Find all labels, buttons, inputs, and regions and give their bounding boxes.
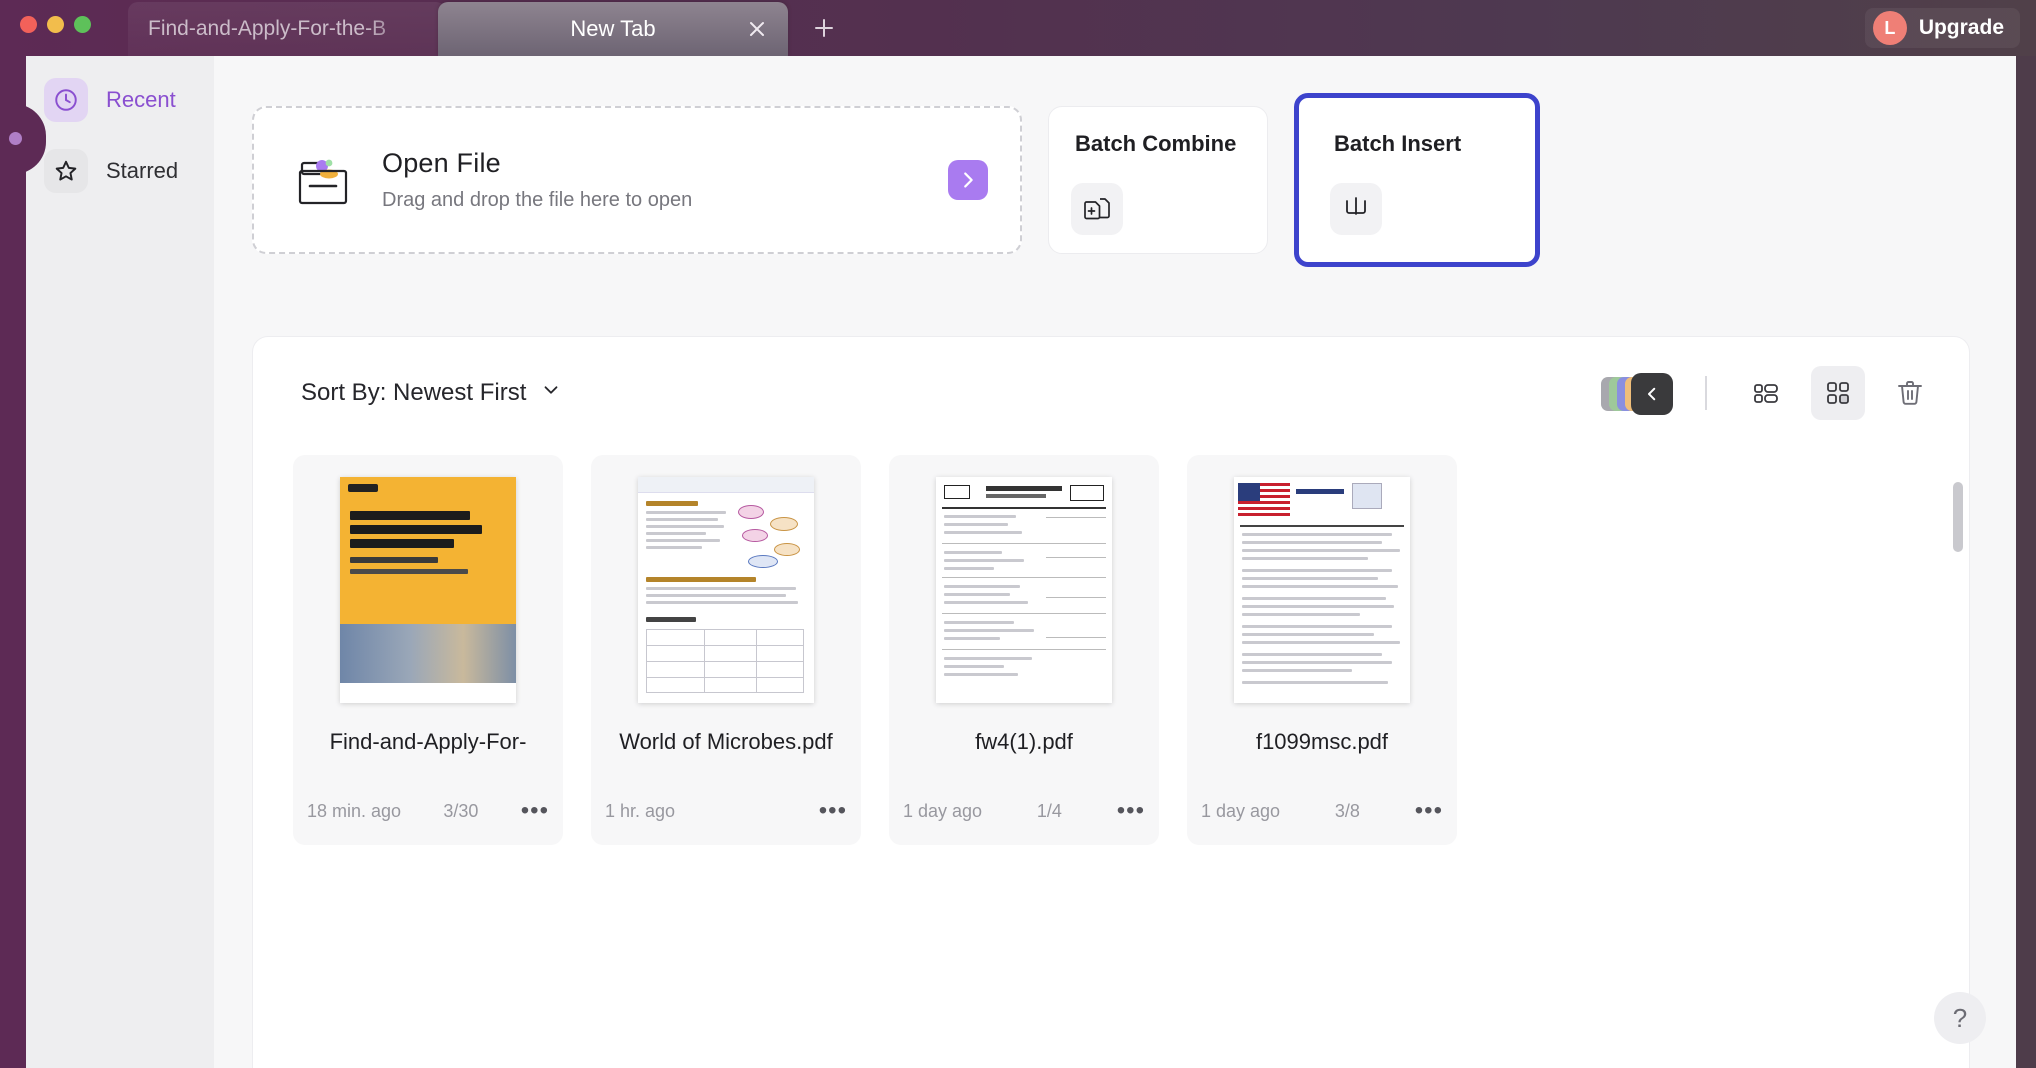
open-file-subtitle: Drag and drop the file here to open <box>382 189 693 211</box>
app-window: Find-and-Apply-For-the-B New Tab L Upgra… <box>0 0 2036 1068</box>
open-folder-icon <box>294 149 356 211</box>
clock-icon <box>44 78 88 122</box>
recent-files-panel: Sort By: Newest First Find-and-Apply-For… <box>252 336 1970 1068</box>
open-file-dropzone[interactable]: Open File Drag and drop the file here to… <box>252 106 1022 254</box>
tool-card-batch-insert[interactable]: Batch Insert <box>1307 106 1527 254</box>
more-options-icon[interactable]: ••• <box>1415 797 1443 825</box>
sidebar-item-starred[interactable]: Starred <box>44 149 178 193</box>
sidebar-item-label: Starred <box>106 158 179 183</box>
minimize-window-button[interactable] <box>47 16 64 33</box>
file-time: 18 min. ago <box>307 800 402 821</box>
upgrade-label: Upgrade <box>1918 16 2004 39</box>
tool-card-title: Batch Combine <box>1075 131 1237 156</box>
files-toolbar: Sort By: Newest First <box>253 337 1971 449</box>
file-name: Find-and-Apply-For- <box>329 729 527 754</box>
file-time: 1 day ago <box>903 800 983 821</box>
file-card[interactable]: f1099msc.pdf 1 day ago 3/8 ••• <box>1187 455 1457 845</box>
file-card[interactable]: fw4(1).pdf 1 day ago 1/4 ••• <box>889 455 1159 845</box>
main-content: Open File Drag and drop the file here to… <box>214 56 2016 1068</box>
title-bar: Find-and-Apply-For-the-B New Tab L Upgra… <box>0 0 2036 56</box>
quick-actions-row: Open File Drag and drop the file here to… <box>252 93 1540 267</box>
chevron-left-icon[interactable] <box>1631 373 1673 415</box>
vertical-scrollbar[interactable] <box>1953 482 1963 552</box>
sort-by-label: Sort By: Newest First <box>301 379 527 406</box>
window-right-edge <box>2016 56 2036 1068</box>
file-card[interactable]: World of Microbes.pdf 1 hr. ago ••• <box>591 455 861 845</box>
file-meta: 1 day ago 3/8 ••• <box>1201 797 1443 825</box>
chevron-down-icon <box>540 379 562 408</box>
file-pages: 3/30 <box>443 800 479 821</box>
file-meta: 18 min. ago 3/30 ••• <box>307 797 549 825</box>
tool-card-title: Batch Insert <box>1334 131 1462 156</box>
tab-new-tab[interactable]: New Tab <box>438 2 788 56</box>
tab-find-and-apply[interactable]: Find-and-Apply-For-the-B <box>128 2 446 56</box>
chevron-right-icon[interactable] <box>948 160 988 200</box>
star-icon <box>44 149 88 193</box>
view-controls <box>1601 366 1937 420</box>
file-name: fw4(1).pdf <box>975 729 1073 754</box>
file-name: f1099msc.pdf <box>1255 729 1389 754</box>
file-thumbnail <box>638 477 814 703</box>
toolbar-divider <box>1705 376 1707 410</box>
more-options-icon[interactable]: ••• <box>521 797 549 825</box>
list-view-icon[interactable] <box>1739 366 1793 420</box>
more-options-icon[interactable]: ••• <box>819 797 847 825</box>
file-name: World of Microbes.pdf <box>619 729 833 754</box>
file-card[interactable]: Find-and-Apply-For- 18 min. ago 3/30 ••• <box>293 455 563 845</box>
tab-label: New Tab <box>570 16 656 41</box>
tab-label: Find-and-Apply-For-the-B <box>148 17 387 40</box>
file-thumbnail <box>1234 477 1410 703</box>
window-controls <box>20 16 91 33</box>
tab-strip: Find-and-Apply-For-the-B New Tab <box>128 0 844 56</box>
open-file-title: Open File <box>382 148 501 178</box>
tool-card-batch-combine[interactable]: Batch Combine <box>1048 106 1268 254</box>
file-thumbnail <box>936 477 1112 703</box>
combine-files-icon <box>1071 183 1123 235</box>
sidebar-rail <box>0 56 26 1068</box>
help-icon[interactable]: ? <box>1934 992 1986 1044</box>
sidebar: Recent Starred <box>0 56 214 1068</box>
close-window-button[interactable] <box>20 16 37 33</box>
file-meta: 1 hr. ago ••• <box>605 797 847 825</box>
file-pages: 3/8 <box>1334 800 1360 821</box>
sidebar-item-label: Recent <box>106 87 176 112</box>
avatar[interactable]: L <box>1872 11 1907 45</box>
insert-pages-icon <box>1330 183 1382 235</box>
maximize-window-button[interactable] <box>74 16 91 33</box>
sort-by-dropdown[interactable]: Sort By: Newest First <box>301 379 562 408</box>
close-icon[interactable] <box>744 16 770 42</box>
sidebar-rail-indicator <box>9 132 22 145</box>
batch-insert-highlight: Batch Insert <box>1294 93 1540 267</box>
collapse-stack-button[interactable] <box>1601 373 1673 415</box>
new-tab-button[interactable] <box>804 8 844 48</box>
file-grid: Find-and-Apply-For- 18 min. ago 3/30 ••• <box>293 455 1485 845</box>
sidebar-item-recent[interactable]: Recent <box>44 78 176 122</box>
trash-icon[interactable] <box>1883 366 1937 420</box>
more-options-icon[interactable]: ••• <box>1117 797 1145 825</box>
upgrade-button[interactable]: L Upgrade <box>1864 8 2020 48</box>
file-thumbnail <box>340 477 516 703</box>
file-pages: 1/4 <box>1036 800 1062 821</box>
open-file-text: Open File Drag and drop the file here to… <box>382 148 692 212</box>
grid-view-icon[interactable] <box>1811 366 1865 420</box>
file-time: 1 hr. ago <box>605 800 676 821</box>
help-label: ? <box>1952 1002 1968 1033</box>
file-time: 1 day ago <box>1201 800 1281 821</box>
file-meta: 1 day ago 1/4 ••• <box>903 797 1145 825</box>
